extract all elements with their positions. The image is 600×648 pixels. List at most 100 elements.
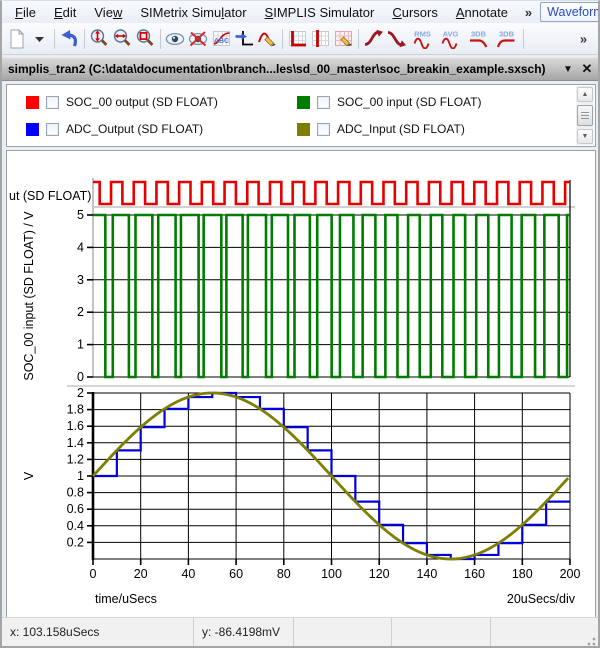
edit-curve-icon: [257, 28, 278, 49]
scrollbar-thumb[interactable]: [577, 105, 593, 126]
top-ytick-label: 2: [77, 305, 84, 319]
bottom-y-axis-label: V: [22, 471, 36, 480]
undo-button[interactable]: [58, 27, 81, 50]
bottom-ytick-label: 1.4: [67, 436, 84, 450]
menu-overflow-chevron[interactable]: »: [517, 5, 540, 20]
3db-lowpass-button[interactable]: 3DB: [464, 27, 492, 50]
curve-color-swatch: [297, 123, 310, 136]
menu-file[interactable]: File: [6, 3, 45, 22]
3db-highpass-icon: 3DB: [495, 28, 517, 49]
menu-simetrix-simulator[interactable]: SIMetrix Simulator: [131, 3, 255, 22]
3db-lowpass-icon: 3DB: [467, 28, 489, 49]
resize-grip[interactable]: [584, 634, 596, 646]
menu-cursors[interactable]: Cursors: [383, 3, 447, 22]
scroll-up-icon[interactable]: ▲: [577, 87, 593, 102]
soc00-output-trace[interactable]: [93, 182, 570, 204]
move-to-axis-icon: [234, 28, 255, 49]
toolbar-separator: [523, 29, 524, 49]
curve-label[interactable]: ADC_Output (SD FLOAT): [66, 122, 203, 136]
edit-curve-button[interactable]: [256, 27, 279, 50]
curve-label[interactable]: SOC_00 input (SD FLOAT): [337, 95, 482, 109]
new-document-button[interactable]: [5, 27, 28, 50]
legend-scrollbar[interactable]: ▲ ▼: [576, 86, 594, 145]
new-axis-button[interactable]: [286, 27, 309, 50]
legend-item: ADC_Input (SD FLOAT): [297, 122, 465, 136]
menu-bar: FileEditViewSIMetrix SimulatorSIMPLIS Si…: [2, 1, 598, 23]
rise-time-button[interactable]: [362, 27, 385, 50]
x-division-label: 20uSecs/div: [507, 592, 576, 606]
legend-item: SOC_00 input (SD FLOAT): [297, 95, 482, 109]
scroll-down-icon[interactable]: ▼: [577, 129, 593, 144]
zoom-horizontal-button[interactable]: [111, 27, 134, 50]
bottom-xtick-label: 80: [277, 567, 291, 581]
move-to-axis-button[interactable]: [233, 27, 256, 50]
waveform-plot-panel[interactable]: 012345ut (SD FLOAT)SOC_00 input (SD FLOA…: [6, 150, 596, 621]
document-title: simplis_tran2 (C:\data\documentation\bra…: [8, 62, 558, 76]
dropdown-icon: [29, 28, 50, 49]
curve-checkbox[interactable]: [46, 96, 59, 109]
overflow-button[interactable]: »: [572, 27, 595, 50]
x-axis-label: time/uSecs: [95, 592, 157, 606]
viewer-mode-select[interactable]: Waveform Viewer ▼: [540, 2, 600, 22]
menu-view[interactable]: View: [85, 3, 131, 22]
menu-edit[interactable]: Edit: [45, 3, 85, 22]
top-y-axis-label: SOC_00 input (SD FLOAT) / V: [22, 211, 36, 381]
toolbar-separator: [54, 29, 55, 49]
bottom-ytick-label: 1: [77, 469, 84, 483]
3db-highpass-button[interactable]: 3DB: [492, 27, 520, 50]
digital-trace-label: ut (SD FLOAT): [9, 189, 91, 203]
curve-checkbox[interactable]: [317, 96, 330, 109]
menu-simplis-simulator[interactable]: SIMPLIS Simulator: [256, 3, 384, 22]
label-curve-icon: ABC: [211, 28, 232, 49]
edit-grid-button[interactable]: [332, 27, 355, 50]
curve-checkbox[interactable]: [317, 123, 330, 136]
waveform-plot-area[interactable]: 012345ut (SD FLOAT)SOC_00 input (SD FLOA…: [7, 151, 593, 620]
toolbar-separator: [358, 29, 359, 49]
fall-time-button[interactable]: [385, 27, 408, 50]
cursor-y-readout: y: -86.4198mV: [194, 618, 294, 646]
document-titlebar[interactable]: simplis_tran2 (C:\data\documentation\bra…: [2, 57, 598, 81]
close-button[interactable]: ✕: [578, 61, 596, 78]
bottom-xtick-label: 160: [464, 567, 485, 581]
rms-button[interactable]: RMS: [408, 27, 436, 50]
curve-checkbox[interactable]: [46, 123, 59, 136]
bottom-ytick-label: 0.8: [67, 486, 84, 500]
cursor-x-readout: x: 103.158uSecs: [2, 618, 194, 646]
zoom-horizontal-icon: [112, 28, 133, 49]
curve-color-swatch: [26, 96, 39, 109]
zoom-box-icon: [135, 28, 156, 49]
zoom-vertical-button[interactable]: [88, 27, 111, 50]
top-ytick-label: 0: [77, 370, 84, 384]
waveform-viewer-window: FileEditViewSIMetrix SimulatorSIMPLIS Si…: [0, 0, 600, 648]
bottom-ytick-label: 0.6: [67, 502, 84, 516]
hide-curve-button[interactable]: [187, 27, 210, 50]
rise-time-icon: [363, 28, 384, 49]
curve-label[interactable]: SOC_00 output (SD FLOAT): [66, 95, 218, 109]
toolbar-separator: [160, 29, 161, 49]
dropdown-button[interactable]: [28, 27, 51, 50]
new-grid-icon: [310, 28, 331, 49]
bottom-ytick-label: 2: [77, 386, 84, 400]
zoom-vertical-icon: [89, 28, 110, 49]
top-ytick-label: 3: [77, 273, 84, 287]
curve-legend-panel: ▲ ▼ SOC_00 output (SD FLOAT) SOC_00 input…: [6, 84, 596, 147]
label-curve-button[interactable]: ABC: [210, 27, 233, 50]
avg-button[interactable]: AVG: [436, 27, 464, 50]
window-list-button[interactable]: ▼: [559, 61, 577, 78]
toolbar-separator: [282, 29, 283, 49]
bottom-xtick-label: 20: [134, 567, 148, 581]
zoom-box-button[interactable]: [134, 27, 157, 50]
show-curve-icon: [165, 28, 186, 49]
status-panel-empty: [294, 618, 392, 646]
status-panel-empty: [392, 618, 491, 646]
curve-color-swatch: [26, 123, 39, 136]
bottom-xtick-label: 40: [181, 567, 195, 581]
menu-annotate[interactable]: Annotate: [447, 3, 517, 22]
bottom-xtick-label: 180: [512, 567, 533, 581]
show-curve-button[interactable]: [164, 27, 187, 50]
new-grid-button[interactable]: [309, 27, 332, 50]
curve-label[interactable]: ADC_Input (SD FLOAT): [337, 122, 465, 136]
top-ytick-label: 4: [77, 240, 84, 254]
soc00-input-trace[interactable]: [93, 215, 570, 377]
undo-icon: [59, 28, 80, 49]
